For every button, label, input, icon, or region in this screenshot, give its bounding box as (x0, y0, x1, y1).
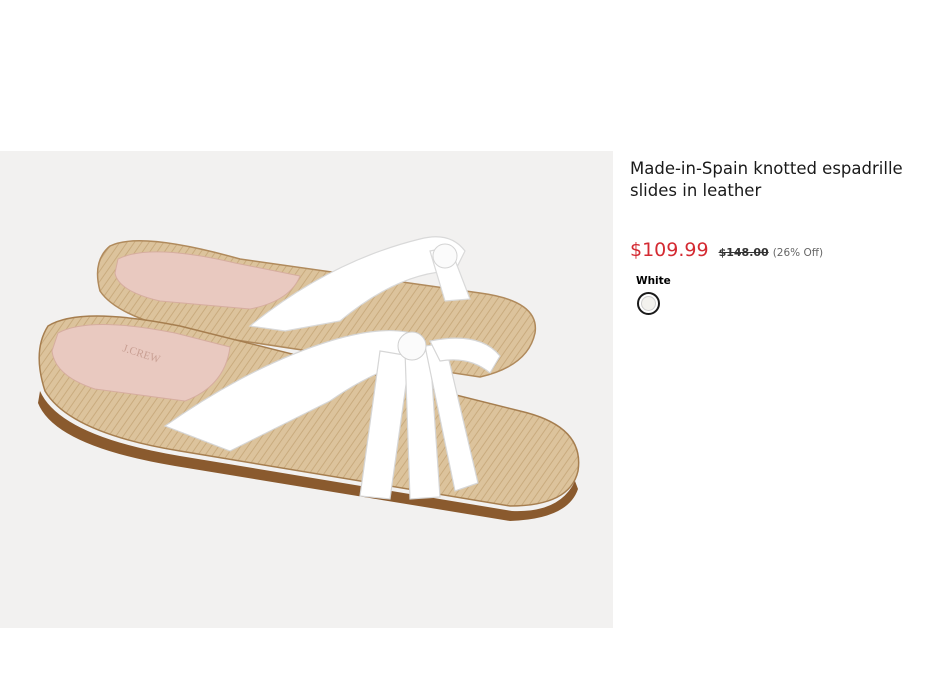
color-swatch-white[interactable] (637, 292, 660, 315)
product-image[interactable]: J.CREW (0, 151, 613, 628)
price-row: $109.99 $148.00 (26% Off) (630, 239, 925, 261)
color-label: White (636, 275, 671, 287)
original-price: $148.00 (718, 246, 769, 259)
product-title: Made-in-Spain knotted espadrille slides … (630, 159, 903, 200)
sale-price: $109.99 (630, 239, 709, 261)
product-details: Made-in-Spain knotted espadrille slides … (630, 158, 925, 315)
discount-label: (26% Off) (772, 247, 824, 259)
sandals-illustration: J.CREW (38, 236, 580, 521)
